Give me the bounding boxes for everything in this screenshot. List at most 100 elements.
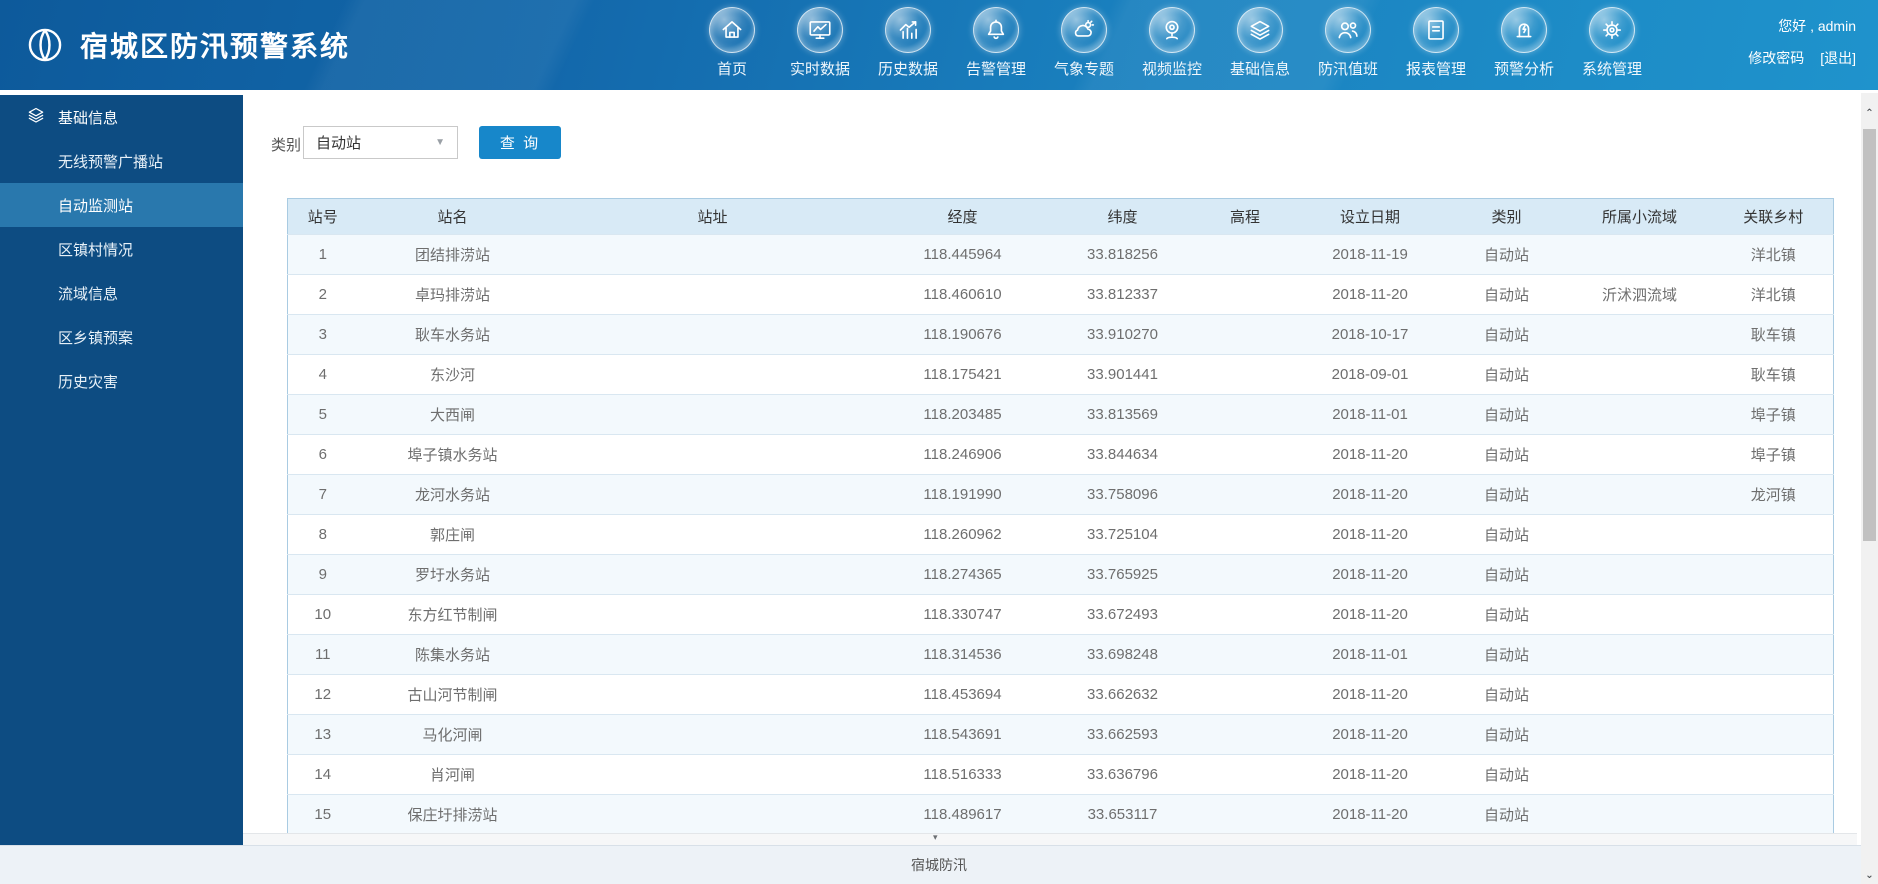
top-nav: 首页 实时数据 历史数据 告警管理 气象专题 视频监控 基础信息 防汛值班 报表… [688, 0, 1656, 90]
app-logo-icon [24, 24, 66, 66]
table-row[interactable]: 14 肖河闸 118.516333 33.636796 2018-11-20 自… [287, 754, 1834, 795]
cell-longitude: 118.260962 [877, 514, 1048, 555]
cell-station-name: 大西闸 [357, 394, 548, 435]
layers-icon [1237, 7, 1283, 53]
nav-item-flood-duty[interactable]: 防汛值班 [1304, 0, 1392, 90]
change-password-link[interactable]: 修改密码 [1748, 48, 1804, 68]
cell-category: 自动站 [1447, 754, 1566, 795]
cell-category: 自动站 [1447, 674, 1566, 715]
col-longitude: 经度 [877, 198, 1048, 235]
cell-latitude: 33.813569 [1047, 394, 1198, 435]
scrollbar-thumb[interactable] [1863, 129, 1876, 541]
table-row[interactable]: 11 陈集水务站 118.314536 33.698248 2018-11-01… [287, 634, 1834, 675]
nav-item-realtime-data[interactable]: 实时数据 [776, 0, 864, 90]
cell-basin [1565, 234, 1714, 275]
table-row[interactable]: 9 罗圩水务站 118.274365 33.765925 2018-11-20 … [287, 554, 1834, 595]
cell-latitude: 33.910270 [1047, 314, 1198, 355]
table-row[interactable]: 5 大西闸 118.203485 33.813569 2018-11-01 自动… [287, 394, 1834, 435]
nav-label: 防汛值班 [1317, 61, 1378, 78]
category-select[interactable]: 自动站 ▼ [303, 126, 458, 159]
nav-item-warning-analysis[interactable]: 预警分析 [1480, 0, 1568, 90]
cell-longitude: 118.543691 [877, 714, 1048, 755]
cell-category: 自动站 [1447, 434, 1566, 475]
nav-item-system-management[interactable]: 系统管理 [1568, 0, 1656, 90]
cell-category: 自动站 [1447, 314, 1566, 355]
table-row[interactable]: 15 保庄圩排涝站 118.489617 33.653117 2018-11-2… [287, 794, 1834, 835]
cell-basin [1565, 714, 1714, 755]
scroll-down-icon[interactable]: ▾ [933, 832, 938, 843]
cell-basin [1565, 474, 1714, 515]
user-greeting: 您好 , admin [1778, 18, 1856, 34]
cell-setup-date: 2018-11-19 [1292, 234, 1448, 275]
vertical-scrollbar[interactable]: ⌃ ⌄ [1861, 93, 1878, 884]
sidebar-item-district-town-village[interactable]: 区镇村情况 [0, 227, 243, 271]
cell-station-no: 10 [287, 594, 358, 635]
cell-village [1713, 794, 1834, 835]
cell-longitude: 118.330747 [877, 594, 1048, 635]
cell-station-address [547, 274, 878, 315]
table-row[interactable]: 2 卓玛排涝站 118.460610 33.812337 2018-11-20 … [287, 274, 1834, 315]
table-row[interactable]: 12 古山河节制闸 118.453694 33.662632 2018-11-2… [287, 674, 1834, 715]
cell-basin [1565, 754, 1714, 795]
nav-item-history-data[interactable]: 历史数据 [864, 0, 952, 90]
table-row[interactable]: 7 龙河水务站 118.191990 33.758096 2018-11-20 … [287, 474, 1834, 515]
scroll-down-arrow[interactable]: ⌄ [1861, 867, 1878, 884]
sidebar-item-basin-info[interactable]: 流域信息 [0, 271, 243, 315]
table-body: 1 团结排涝站 118.445964 33.818256 2018-11-19 … [287, 234, 1834, 835]
cell-category: 自动站 [1447, 794, 1566, 835]
sidebar-item-auto-monitor-station[interactable]: 自动监测站 [0, 183, 243, 227]
cell-basin [1565, 434, 1714, 475]
logout-link[interactable]: [退出] [1820, 48, 1856, 68]
brand: 宿城区防汛预警系统 [24, 0, 350, 90]
sidebar-item-wireless-warning-broadcast[interactable]: 无线预警广播站 [0, 139, 243, 183]
table-row[interactable]: 10 东方红节制闸 118.330747 33.672493 2018-11-2… [287, 594, 1834, 635]
horizontal-scrollbar[interactable]: ▾ [243, 832, 1857, 845]
sidebar-item-township-plan[interactable]: 区乡镇预案 [0, 315, 243, 359]
cell-setup-date: 2018-11-20 [1292, 474, 1448, 515]
sidebar-group-basic-info[interactable]: 基础信息 [0, 95, 243, 139]
home-icon [709, 7, 755, 53]
nav-item-alert-management[interactable]: 告警管理 [952, 0, 1040, 90]
nav-label: 首页 [716, 61, 747, 78]
nav-item-video-monitor[interactable]: 视频监控 [1128, 0, 1216, 90]
cell-category: 自动站 [1447, 634, 1566, 675]
cell-setup-date: 2018-11-20 [1292, 554, 1448, 595]
cell-station-name: 东沙河 [357, 354, 548, 395]
cell-station-no: 6 [287, 434, 358, 475]
table-row[interactable]: 8 郭庄闸 118.260962 33.725104 2018-11-20 自动… [287, 514, 1834, 555]
query-button[interactable]: 查 询 [479, 126, 561, 159]
nav-label: 历史数据 [877, 61, 938, 78]
table-row[interactable]: 3 耿车水务站 118.190676 33.910270 2018-10-17 … [287, 314, 1834, 355]
nav-label: 气象专题 [1053, 61, 1114, 78]
weather-cloud-icon [1061, 7, 1107, 53]
cell-elevation [1197, 714, 1293, 755]
cell-station-name: 埠子镇水务站 [357, 434, 548, 475]
siren-icon [1501, 7, 1547, 53]
cell-elevation [1197, 234, 1293, 275]
cell-station-address [547, 634, 878, 675]
cell-latitude: 33.758096 [1047, 474, 1198, 515]
cell-longitude: 118.460610 [877, 274, 1048, 315]
nav-label: 预警分析 [1493, 61, 1554, 78]
nav-item-basic-info[interactable]: 基础信息 [1216, 0, 1304, 90]
report-document-icon [1413, 7, 1459, 53]
table-row[interactable]: 6 埠子镇水务站 118.246906 33.844634 2018-11-20… [287, 434, 1834, 475]
cell-setup-date: 2018-11-20 [1292, 274, 1448, 315]
sidebar-item-history-disaster[interactable]: 历史灾害 [0, 359, 243, 403]
table-row[interactable]: 13 马化河闸 118.543691 33.662593 2018-11-20 … [287, 714, 1834, 755]
nav-item-report-management[interactable]: 报表管理 [1392, 0, 1480, 90]
col-village: 关联乡村 [1713, 198, 1834, 235]
cell-station-address [547, 234, 878, 275]
cell-longitude: 118.190676 [877, 314, 1048, 355]
table-row[interactable]: 1 团结排涝站 118.445964 33.818256 2018-11-19 … [287, 234, 1834, 275]
cell-station-no: 1 [287, 234, 358, 275]
nav-item-weather-special[interactable]: 气象专题 [1040, 0, 1128, 90]
alert-bell-icon [973, 7, 1019, 53]
nav-item-home[interactable]: 首页 [688, 0, 776, 90]
cell-basin [1565, 794, 1714, 835]
scroll-up-arrow[interactable]: ⌃ [1861, 105, 1878, 122]
chevron-down-icon: ▼ [435, 137, 445, 148]
cell-basin [1565, 354, 1714, 395]
table-row[interactable]: 4 东沙河 118.175421 33.901441 2018-09-01 自动… [287, 354, 1834, 395]
cell-longitude: 118.191990 [877, 474, 1048, 515]
